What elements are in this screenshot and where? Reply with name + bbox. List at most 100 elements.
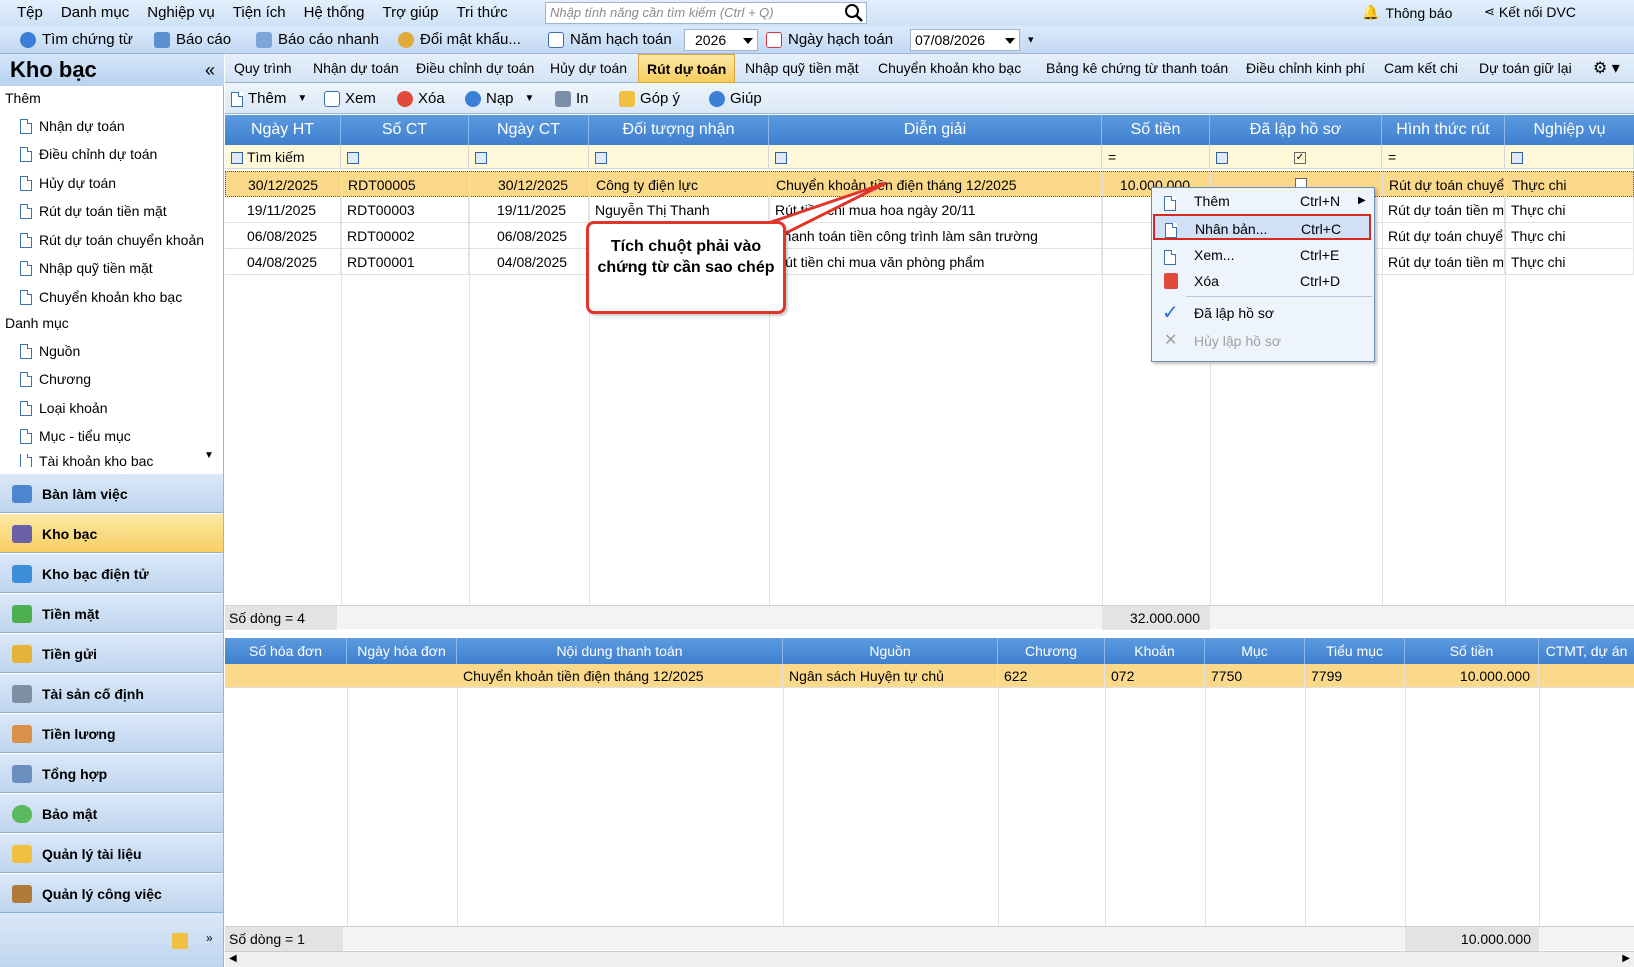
scroll-left-icon[interactable]: ◀ bbox=[229, 953, 237, 964]
help-button[interactable]: Giúp bbox=[709, 88, 762, 110]
connect-dvc-button[interactable]: ⋖ Kết nối DVC bbox=[1484, 4, 1576, 20]
table-row[interactable]: 30/12/2025 RDT00005 30/12/2025 Công ty đ… bbox=[225, 171, 1634, 198]
filter-description[interactable] bbox=[769, 145, 1102, 169]
delete-button[interactable]: Xóa bbox=[397, 88, 445, 110]
menu-file[interactable]: Tệp bbox=[8, 0, 52, 26]
scroll-down-icon[interactable]: ▼ bbox=[204, 450, 214, 461]
filter-dossier[interactable]: ✓ bbox=[1210, 145, 1382, 169]
posting-date-field[interactable]: 07/08/2026 bbox=[910, 29, 1020, 51]
col-invoice-no[interactable]: Số hóa đơn bbox=[225, 638, 347, 664]
print-button[interactable]: In bbox=[555, 88, 589, 110]
tab-process[interactable]: Quy trình bbox=[226, 54, 300, 83]
col-chapter[interactable]: Chương bbox=[998, 638, 1105, 664]
tab-receive-estimate[interactable]: Nhận dự toán bbox=[305, 54, 407, 83]
tab-retained-estimate[interactable]: Dự toán giữ lại bbox=[1471, 54, 1580, 83]
tab-withdraw-estimate[interactable]: Rút dự toán bbox=[638, 54, 736, 83]
col-voucher-date[interactable]: Ngày CT bbox=[469, 115, 589, 145]
col-subitem[interactable]: Tiểu mục bbox=[1305, 638, 1405, 664]
nav-cash[interactable]: Tiền mặt bbox=[0, 593, 223, 633]
nav-fixed-assets[interactable]: Tài sản cố định bbox=[0, 673, 223, 713]
menu-catalog[interactable]: Danh mục bbox=[52, 0, 138, 26]
filter-voucher-no[interactable] bbox=[341, 145, 469, 169]
quick-report-button[interactable]: Báo cáo nhanh bbox=[256, 29, 379, 51]
detail-row[interactable]: Chuyển khoản tiền điện tháng 12/2025 Ngâ… bbox=[225, 664, 1634, 688]
menu-utilities[interactable]: Tiện ích bbox=[224, 0, 295, 26]
sidebar-item-receive-estimate[interactable]: Nhận dự toán bbox=[20, 118, 125, 134]
sidebar-item-withdraw-cash[interactable]: Rút dự toán tiền mặt bbox=[20, 203, 167, 219]
tab-cash-deposit[interactable]: Nhập quỹ tiền mặt bbox=[737, 54, 867, 83]
col-voucher-no[interactable]: Số CT bbox=[341, 115, 469, 145]
col-dossier[interactable]: Đã lập hồ sơ bbox=[1210, 115, 1382, 145]
sidebar-item-cancel-estimate[interactable]: Hủy dự toán bbox=[20, 175, 116, 191]
tab-treasury-transfer[interactable]: Chuyển khoản kho bạc bbox=[870, 54, 1029, 83]
fiscal-year-select[interactable]: 2026 bbox=[684, 29, 758, 51]
filter-posting-date[interactable]: Tìm kiếm bbox=[225, 145, 341, 169]
filter-amount[interactable]: = bbox=[1102, 145, 1210, 169]
col-operation[interactable]: Nghiệp vụ bbox=[1505, 115, 1634, 145]
nav-desk[interactable]: Bàn làm việc bbox=[0, 473, 223, 513]
filter-withdraw-type[interactable]: = bbox=[1382, 145, 1505, 169]
gear-icon[interactable]: ⚙ ▾ bbox=[1585, 54, 1628, 83]
reload-button[interactable]: Nạp ▼ bbox=[465, 88, 534, 110]
sidebar-item-withdraw-transfer[interactable]: Rút dự toán chuyển khoản bbox=[20, 232, 204, 248]
tab-payment-list[interactable]: Bảng kê chứng từ thanh toán bbox=[1038, 54, 1236, 83]
sidebar-item-source[interactable]: Nguồn bbox=[20, 343, 80, 359]
menu-operations[interactable]: Nghiệp vụ bbox=[138, 0, 224, 26]
menu-knowledge[interactable]: Tri thức bbox=[447, 0, 516, 26]
nav-documents[interactable]: Quản lý tài liệu bbox=[0, 833, 223, 873]
context-menu-mark-dossier[interactable]: ✓ Đã lập hồ sơ bbox=[1152, 300, 1374, 326]
view-button[interactable]: Xem bbox=[324, 88, 376, 110]
col-description[interactable]: Diễn giải bbox=[769, 115, 1102, 145]
filter-voucher-date[interactable] bbox=[469, 145, 589, 169]
col-source[interactable]: Nguồn bbox=[783, 638, 998, 664]
filter-operation[interactable] bbox=[1505, 145, 1634, 169]
feedback-button[interactable]: Góp ý bbox=[619, 88, 680, 110]
expand-more-icon[interactable]: » bbox=[206, 931, 213, 945]
tab-commitment[interactable]: Cam kết chi bbox=[1376, 54, 1466, 83]
col-recipient[interactable]: Đối tượng nhận bbox=[589, 115, 769, 145]
notification-button[interactable]: 🔔 Thông báo bbox=[1362, 4, 1452, 21]
col-amount[interactable]: Số tiền bbox=[1102, 115, 1210, 145]
col-payment-content[interactable]: Nội dung thanh toán bbox=[457, 638, 783, 664]
col-invoice-date[interactable]: Ngày hóa đơn bbox=[347, 638, 457, 664]
toolbar-overflow-icon[interactable]: ▾ bbox=[1028, 29, 1034, 51]
sidebar-item-adjust-estimate[interactable]: Điều chỉnh dự toán bbox=[20, 146, 157, 162]
menu-help[interactable]: Trợ giúp bbox=[373, 0, 447, 26]
col-item[interactable]: Mục bbox=[1205, 638, 1305, 664]
col-detail-amount[interactable]: Số tiền bbox=[1405, 638, 1539, 664]
nav-summary[interactable]: Tổng hợp bbox=[0, 753, 223, 793]
edit-icon[interactable] bbox=[172, 933, 188, 949]
nav-tasks[interactable]: Quản lý công việc bbox=[0, 873, 223, 913]
table-row[interactable]: 06/08/2025 RDT00002 06/08/2025 Thanh toá… bbox=[225, 223, 1634, 249]
context-menu-add[interactable]: Thêm Ctrl+N ▶ bbox=[1152, 188, 1374, 214]
sidebar-item-cash-deposit[interactable]: Nhập quỹ tiền mặt bbox=[20, 260, 153, 276]
find-voucher-button[interactable]: Tìm chứng từ bbox=[20, 29, 133, 51]
report-button[interactable]: Báo cáo bbox=[154, 29, 231, 51]
context-menu-view[interactable]: Xem... Ctrl+E bbox=[1152, 242, 1374, 268]
sidebar-item-treasury-transfer[interactable]: Chuyển khoản kho bạc bbox=[20, 289, 182, 305]
menu-system[interactable]: Hệ thống bbox=[295, 0, 374, 26]
col-posting-date[interactable]: Ngày HT bbox=[225, 115, 341, 145]
nav-security[interactable]: Bảo mật bbox=[0, 793, 223, 833]
tab-adjust-estimate[interactable]: Điều chỉnh dự toán bbox=[408, 54, 542, 83]
change-password-button[interactable]: Đổi mật khẩu... bbox=[398, 29, 521, 51]
table-row[interactable]: 04/08/2025 RDT00001 04/08/2025 Rút tiền … bbox=[225, 249, 1634, 275]
col-withdraw-type[interactable]: Hình thức rút bbox=[1382, 115, 1505, 145]
collapse-icon[interactable]: « bbox=[205, 54, 215, 86]
sidebar-item-treasury-account[interactable]: Tài khoản kho bạc bbox=[20, 454, 153, 467]
sidebar-item-chapter[interactable]: Chương bbox=[20, 371, 91, 387]
filter-recipient[interactable] bbox=[589, 145, 769, 169]
context-menu-delete[interactable]: Xóa Ctrl+D bbox=[1152, 268, 1374, 294]
feature-search-input[interactable]: Nhập tính năng cần tìm kiếm (Ctrl + Q) bbox=[545, 2, 867, 24]
col-program[interactable]: CTMT, dự án bbox=[1539, 638, 1634, 664]
nav-treasury[interactable]: Kho bạc bbox=[0, 513, 223, 553]
horizontal-scrollbar[interactable]: ◀ ▶ bbox=[225, 951, 1634, 967]
col-section[interactable]: Khoản bbox=[1105, 638, 1205, 664]
add-button[interactable]: Thêm ▼ bbox=[231, 88, 307, 110]
table-row[interactable]: 19/11/2025 RDT00003 19/11/2025 Nguyễn Th… bbox=[225, 197, 1634, 223]
nav-deposit[interactable]: Tiền gửi bbox=[0, 633, 223, 673]
context-menu-duplicate[interactable]: Nhân bản... Ctrl+C bbox=[1153, 214, 1371, 240]
search-icon[interactable] bbox=[844, 3, 864, 23]
scroll-right-icon[interactable]: ▶ bbox=[1622, 953, 1630, 964]
nav-e-treasury[interactable]: Kho bạc điện tử bbox=[0, 553, 223, 593]
